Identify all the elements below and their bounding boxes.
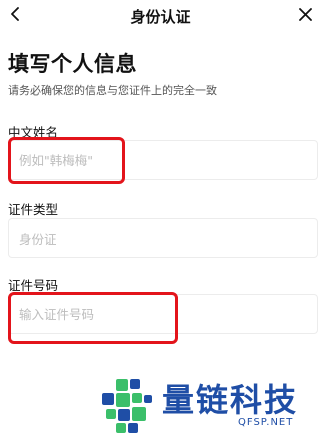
id-number-field[interactable] <box>8 294 318 334</box>
name-input[interactable] <box>19 152 317 168</box>
id-type-value: 身份证 <box>19 231 57 247</box>
id-number-input[interactable] <box>19 306 317 322</box>
watermark: 量链科技 QFSP.NET <box>98 373 321 435</box>
watermark-domain: QFSP.NET <box>238 417 294 428</box>
id-type-label: 证件类型 <box>8 202 59 217</box>
watermark-logo-icon <box>102 379 152 433</box>
watermark-name: 量链科技 <box>162 381 299 419</box>
name-field[interactable] <box>8 140 318 180</box>
app-header: 身份认证 <box>0 0 321 30</box>
close-icon[interactable] <box>295 4 315 24</box>
page-title: 填写个人信息 <box>8 52 137 76</box>
id-number-label: 证件号码 <box>8 278 59 293</box>
page-header-title: 身份认证 <box>130 8 191 26</box>
page-subtitle: 请务必确保您的信息与您证件上的完全一致 <box>8 84 217 97</box>
name-label: 中文姓名 <box>8 125 59 140</box>
id-type-select[interactable]: 身份证 <box>8 218 318 258</box>
